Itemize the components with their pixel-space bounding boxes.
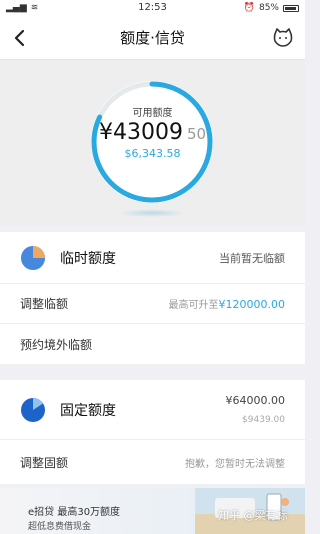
- fixed-limit-card: 固定额度 ¥64000.00 $9439.00 调整固额 抱歉，您暂时无法调整: [0, 380, 305, 484]
- fixed-pie-icon: [21, 397, 45, 422]
- fixed-amounts: ¥64000.00 $9439.00: [226, 394, 286, 425]
- adjust-fixed-row[interactable]: 调整固额 抱歉，您暂时无法调整: [0, 440, 305, 484]
- overseas-temporary-label: 预约境外临额: [20, 337, 93, 352]
- ring-shadow: [118, 209, 186, 217]
- back-button[interactable]: [8, 26, 32, 50]
- adjust-fixed-label: 调整固额: [20, 455, 69, 470]
- status-bar: ▂▄▆ ≋ 12:53 ⏰ 85%: [0, 0, 305, 16]
- amount-decimal: 50: [186, 125, 207, 143]
- temporary-pie-icon: [21, 245, 45, 270]
- battery-icon: [283, 4, 299, 12]
- adjust-fixed-status: 抱歉，您暂时无法调整: [185, 458, 285, 470]
- chevron-left-icon: [14, 29, 25, 47]
- fixed-amount-cny: ¥64000.00: [225, 394, 286, 407]
- fixed-limit-title: 固定额度: [60, 402, 116, 419]
- cat-avatar-button[interactable]: [271, 26, 295, 50]
- promo-subtitle: 超低息费借现金: [28, 522, 92, 532]
- temporary-limit-status: 当前暂无临额: [219, 251, 285, 265]
- temporary-limit-title: 临时额度: [60, 250, 116, 267]
- overseas-temporary-row[interactable]: 预约境外临额: [0, 324, 305, 364]
- status-time: 12:53: [138, 2, 167, 13]
- temporary-limit-header[interactable]: 临时额度 当前暂无临额: [0, 232, 305, 284]
- available-label: 可用额度: [132, 108, 173, 119]
- temporary-limit-card: 临时额度 当前暂无临额 调整临额 最高可升至¥120000.00 预约境外临额: [0, 232, 305, 364]
- adjust-temporary-hint: 最高可升至¥120000.00: [169, 296, 285, 311]
- adjust-temporary-row[interactable]: 调整临额 最高可升至¥120000.00: [0, 284, 305, 324]
- available-amount: ¥43009 50: [0, 120, 305, 145]
- amount-main: ¥43009: [98, 120, 183, 145]
- fixed-limit-header[interactable]: 固定额度 ¥64000.00 $9439.00: [0, 380, 305, 440]
- page-title: 额度·信贷: [120, 29, 185, 47]
- adjust-hint-prefix: 最高可升至: [168, 300, 219, 311]
- promo-title: e招贷 最高30万额度: [28, 507, 121, 518]
- cat-icon: [273, 28, 293, 47]
- adjust-max-amount: ¥120000.00: [218, 298, 285, 311]
- fixed-amount-usd: $9439.00: [242, 415, 285, 425]
- adjust-temporary-label: 调整临额: [20, 297, 69, 311]
- watermark-text: 知乎 @梁有标: [218, 509, 288, 522]
- credit-summary: 可用额度 ¥43009 50 $6,343.58: [0, 60, 305, 226]
- usd-amount: $6,343.58: [124, 147, 181, 160]
- nav-bar: 额度·信贷: [0, 16, 305, 60]
